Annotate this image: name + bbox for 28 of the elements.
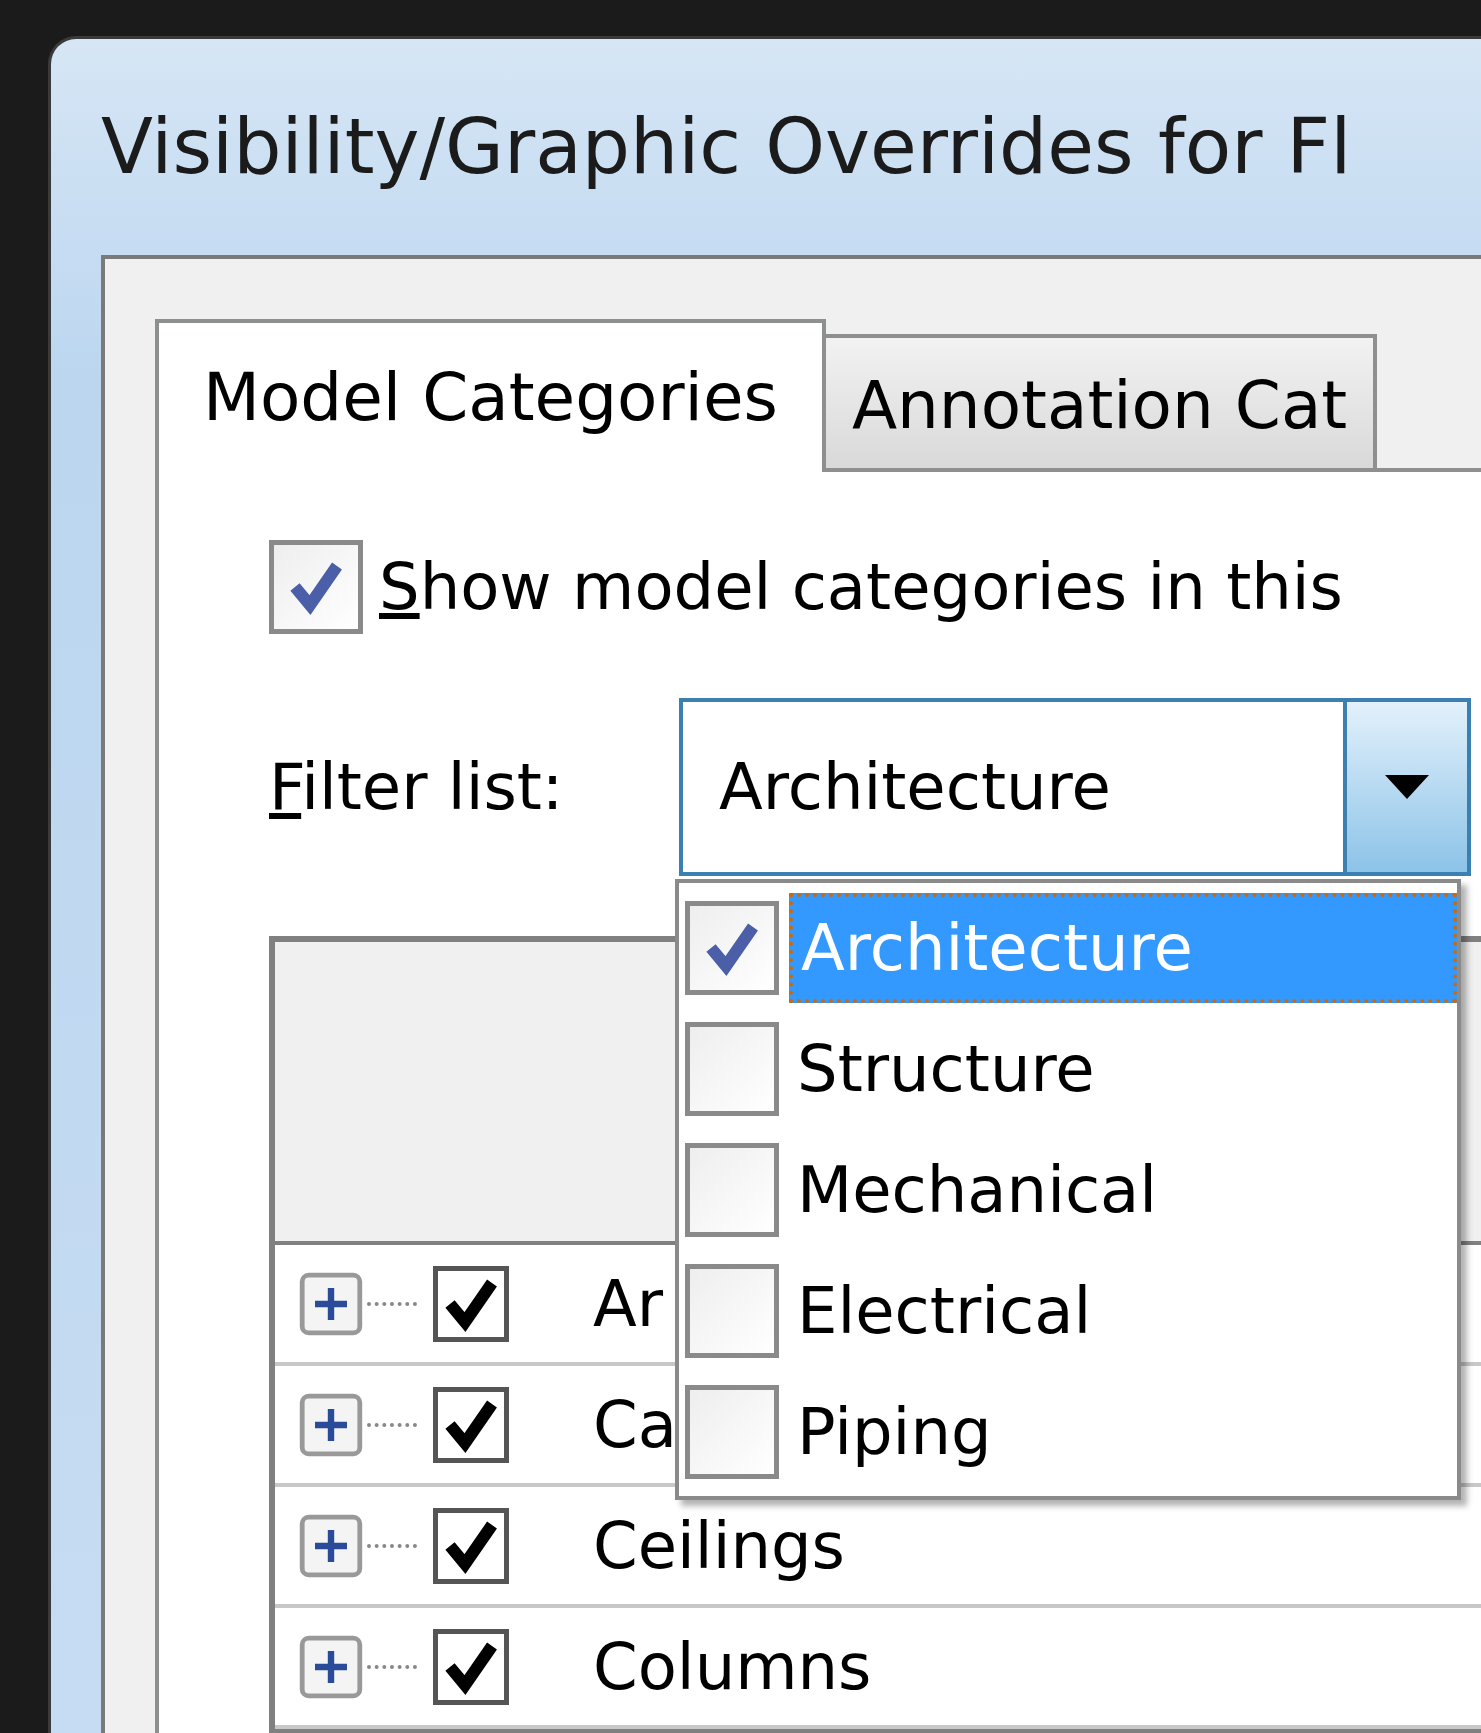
expand-icon[interactable] <box>299 1392 363 1457</box>
checkbox[interactable] <box>685 1142 779 1237</box>
window-title: Visibility/Graphic Overrides for Fl <box>101 101 1352 193</box>
checkbox[interactable] <box>433 1386 509 1463</box>
dropdown-option[interactable]: Electrical <box>789 1255 1457 1366</box>
category-name: Ceilings <box>593 1507 845 1585</box>
checkbox[interactable] <box>433 1628 509 1705</box>
category-name: Columns <box>593 1628 872 1706</box>
checkbox-label: Show model categories in this <box>379 549 1343 626</box>
dropdown-arrow-icon <box>1385 775 1429 799</box>
checkbox[interactable] <box>685 1021 779 1116</box>
checkbox[interactable] <box>433 1507 509 1584</box>
expand-icon[interactable] <box>299 1634 363 1699</box>
dropdown-option[interactable]: Structure <box>789 1013 1457 1124</box>
checkbox[interactable] <box>685 900 779 995</box>
expand-icon[interactable] <box>299 1513 363 1578</box>
checkbox[interactable] <box>269 540 363 634</box>
checkbox[interactable] <box>685 1263 779 1358</box>
filter-label: Filter list: <box>269 749 565 826</box>
dropdown-option[interactable]: Mechanical <box>789 1134 1457 1245</box>
checkbox[interactable] <box>433 1265 509 1342</box>
checkbox[interactable] <box>685 1384 779 1479</box>
dropdown-option[interactable]: Piping <box>789 1376 1457 1487</box>
filter-dropdown[interactable]: Architecture <box>679 698 1471 876</box>
expand-icon[interactable] <box>299 1271 363 1336</box>
category-name: Ca <box>593 1386 677 1464</box>
category-name: Ar <box>593 1265 664 1343</box>
tab[interactable]: Model Categories <box>155 319 826 472</box>
